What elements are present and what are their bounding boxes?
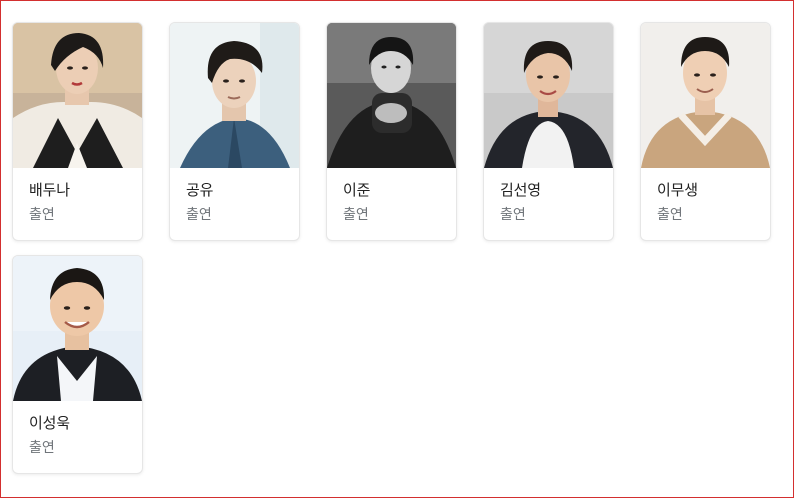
actor-photo xyxy=(327,23,456,168)
actor-name: 공유 xyxy=(186,181,214,199)
actor-name: 배두나 xyxy=(29,181,70,199)
actor-role: 출연 xyxy=(500,207,526,223)
cast-card-kim-sun-young[interactable]: 김선영 출연 xyxy=(483,22,614,241)
actor-role: 출연 xyxy=(29,207,55,223)
cast-card-gong-yoo[interactable]: 공유 출연 xyxy=(169,22,300,241)
actor-name: 이성욱 xyxy=(29,414,70,432)
actor-role: 출연 xyxy=(186,207,212,223)
cast-grid: 배두나 출연 공유 출연 이준 출연 김선영 출연 이무생 출연 이성욱 출연 xyxy=(12,22,771,474)
actor-role: 출연 xyxy=(657,207,683,223)
actor-name: 김선영 xyxy=(500,181,541,199)
actor-photo xyxy=(641,23,770,168)
cast-card-lee-sung-wook[interactable]: 이성욱 출연 xyxy=(12,255,143,474)
actor-photo xyxy=(170,23,299,168)
actor-photo xyxy=(484,23,613,168)
actor-name: 이준 xyxy=(343,181,371,199)
actor-photo xyxy=(13,256,142,401)
actor-photo xyxy=(13,23,142,168)
cast-card-lee-moo-saeng[interactable]: 이무생 출연 xyxy=(640,22,771,241)
actor-role: 출연 xyxy=(29,440,55,456)
cast-card-bae-doona[interactable]: 배두나 출연 xyxy=(12,22,143,241)
actor-name: 이무생 xyxy=(657,181,698,199)
actor-role: 출연 xyxy=(343,207,369,223)
cast-card-lee-joon[interactable]: 이준 출연 xyxy=(326,22,457,241)
